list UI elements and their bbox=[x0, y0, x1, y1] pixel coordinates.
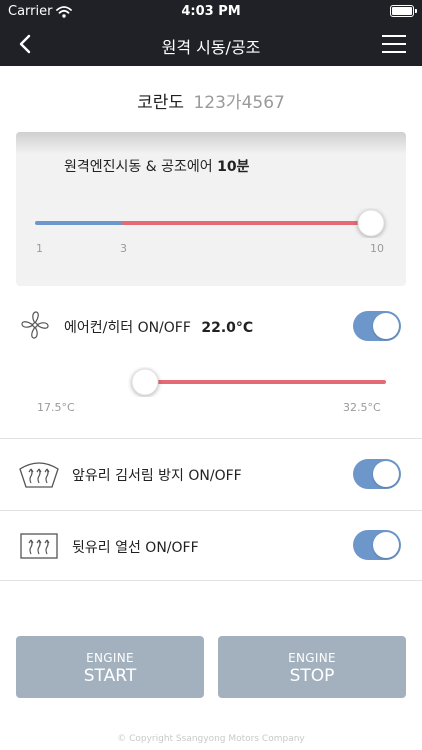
card-shadow bbox=[16, 132, 406, 154]
status-time: 4:03 PM bbox=[181, 4, 241, 19]
engine-stop-button[interactable]: ENGINE STOP bbox=[218, 636, 406, 698]
aircon-temperature: 22.0°C bbox=[201, 320, 254, 336]
engine-timer-text: 원격엔진시동 & 공조에어 bbox=[64, 159, 213, 175]
temperature-slider[interactable] bbox=[0, 367, 422, 397]
start-button-line1: ENGINE bbox=[86, 651, 134, 665]
temp-min-label: 17.5°C bbox=[37, 401, 75, 414]
vehicle-info: 코란도 123가4567 bbox=[0, 88, 422, 113]
vehicle-name: 코란도 bbox=[137, 93, 185, 113]
rear-heater-toggle[interactable] bbox=[353, 530, 401, 560]
timer-tick-mid: 3 bbox=[120, 242, 127, 255]
aircon-label-group: 에어컨/히터 ON/OFF 22.0°C bbox=[64, 317, 253, 337]
aircon-toggle[interactable] bbox=[353, 311, 401, 341]
fan-icon bbox=[21, 311, 49, 339]
engine-timer-value: 10분 bbox=[217, 159, 250, 175]
aircon-label: 에어컨/히터 ON/OFF bbox=[64, 320, 191, 336]
front-defrost-section: 앞유리 김서림 방지 ON/OFF bbox=[0, 439, 422, 511]
timer-slider-thumb bbox=[357, 209, 385, 237]
copyright-text: © Copyright Ssangyong Motors Company bbox=[117, 734, 305, 744]
hamburger-menu-icon[interactable] bbox=[382, 33, 406, 55]
engine-timer-slider[interactable] bbox=[16, 208, 406, 238]
temp-max-label: 32.5°C bbox=[343, 401, 381, 414]
rear-defrost-icon bbox=[20, 533, 58, 559]
vehicle-plate: 123가4567 bbox=[193, 93, 285, 113]
temp-slider-thumb bbox=[131, 368, 159, 396]
aircon-section: 에어컨/히터 ON/OFF 22.0°C 17.5°C 32.5°C bbox=[0, 296, 422, 439]
rear-heater-section: 뒷유리 열선 ON/OFF bbox=[0, 511, 422, 581]
battery-icon bbox=[390, 5, 417, 17]
stop-button-line2: STOP bbox=[289, 666, 335, 686]
engine-timer-card: 원격엔진시동 & 공조에어 10분 1 3 10 bbox=[16, 132, 406, 286]
start-button-line2: START bbox=[83, 666, 137, 686]
front-defrost-label: 앞유리 김서림 방지 ON/OFF bbox=[72, 468, 242, 484]
timer-tick-max: 10 bbox=[370, 242, 384, 255]
engine-start-button[interactable]: ENGINE START bbox=[16, 636, 204, 698]
page-title: 원격 시동/공조 bbox=[161, 38, 261, 57]
front-defrost-icon bbox=[19, 462, 59, 488]
navigation-bar: 원격 시동/공조 bbox=[0, 22, 422, 66]
rear-heater-label: 뒷유리 열선 ON/OFF bbox=[72, 540, 199, 556]
front-defrost-toggle[interactable] bbox=[353, 459, 401, 489]
status-bar: Carrier 4:03 PM bbox=[0, 0, 422, 22]
stop-button-line1: ENGINE bbox=[288, 651, 336, 665]
timer-tick-min: 1 bbox=[36, 242, 43, 255]
engine-timer-label: 원격엔진시동 & 공조에어 10분 bbox=[64, 156, 249, 176]
